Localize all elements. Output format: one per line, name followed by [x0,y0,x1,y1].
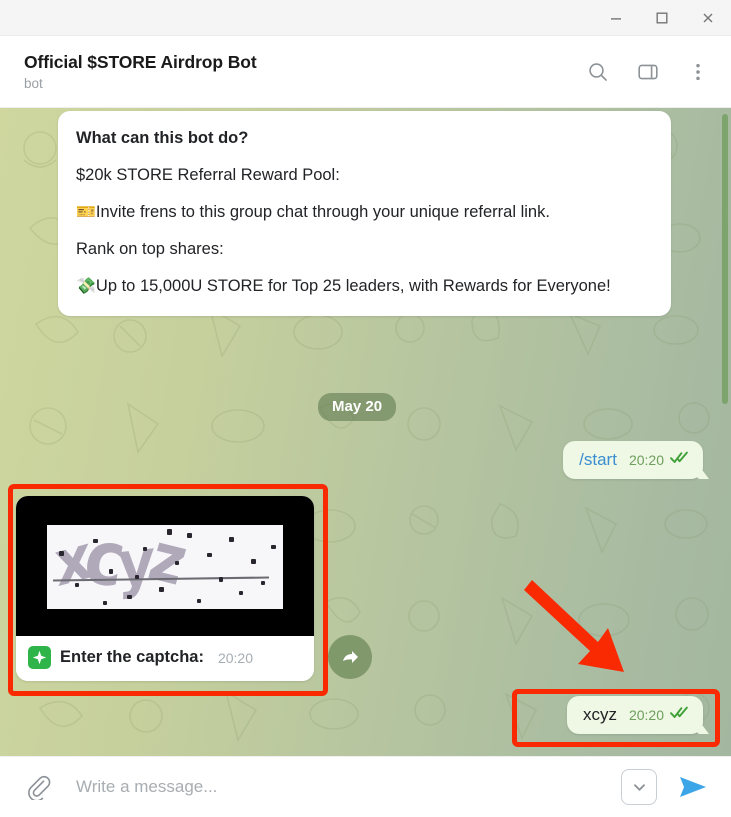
attach-icon[interactable] [20,769,56,805]
telegram-window: Official $STORE Airdrop Bot bot What can… [0,0,731,817]
bot-intro-line-3: 🎫Invite frens to this group chat through… [76,201,653,224]
captcha-caption-row: Enter the captcha: 20:20 [16,636,314,681]
maximize-button[interactable] [639,1,685,35]
chat-subtitle: bot [24,75,43,91]
date-separator: May 20 [318,393,397,421]
read-ticks-icon [670,451,689,469]
sparkle-icon [28,646,51,669]
chat-header-texts: Official $STORE Airdrop Bot bot [24,51,581,93]
chat-title: Official $STORE Airdrop Bot [24,51,257,72]
bot-intro-line-5: 💸Up to 15,000U STORE for Top 25 leaders,… [76,275,653,298]
bot-intro-line-2: $20k STORE Referral Reward Pool: [76,166,340,184]
captcha-time: 20:20 [217,649,253,666]
panel-icon[interactable] [631,55,665,89]
captcha-reply-text: xcyz [582,705,617,724]
more-menu-icon[interactable] [681,55,715,89]
message-bubble-captcha[interactable]: xcyz Enter the captcha: 20:20 [16,496,314,681]
chat-header[interactable]: Official $STORE Airdrop Bot bot [0,36,731,108]
message-input[interactable] [76,777,621,797]
captcha-code: xcyz [51,525,193,605]
message-composer [0,756,731,817]
chat-header-actions [581,55,715,89]
bot-intro-line-5-text: Up to 15,000U STORE for Top 25 leaders, … [95,277,611,295]
captcha-reply-meta: 20:20 [629,706,689,724]
chat-scrollbar[interactable] [722,114,728,404]
money-with-wings-icon: 💸 [76,278,96,295]
read-ticks-icon [670,706,689,724]
message-bubble-bot-intro[interactable]: What can this bot do? $20k STORE Referra… [58,111,671,316]
window-titlebar [0,0,731,36]
forward-button[interactable] [328,635,372,679]
bot-intro-line-1: What can this bot do? [76,129,249,147]
close-button[interactable] [685,1,731,35]
minimize-button[interactable] [593,1,639,35]
message-bubble-captcha-reply[interactable]: xcyz 20:20 [566,696,703,734]
captcha-reply-time: 20:20 [628,707,664,723]
captcha-image[interactable]: xcyz [16,496,314,636]
start-command-meta: 20:20 [629,451,689,469]
bot-intro-line-3-text: Invite frens to this group chat through … [95,203,550,221]
start-command-time: 20:20 [628,452,664,468]
captcha-strip: xcyz [47,525,283,609]
chat-message-list[interactable]: What can this bot do? $20k STORE Referra… [0,108,731,756]
send-button[interactable] [673,769,713,805]
captcha-caption-text: Enter the captcha: [60,648,204,666]
ticket-icon: 🎫 [76,204,96,221]
message-bubble-start-command[interactable]: /start 20:20 [563,441,703,479]
start-command-text[interactable]: /start [579,450,617,470]
bot-intro-line-4: Rank on top shares: [76,240,224,258]
search-icon[interactable] [581,55,615,89]
chevron-down-icon[interactable] [621,769,657,805]
